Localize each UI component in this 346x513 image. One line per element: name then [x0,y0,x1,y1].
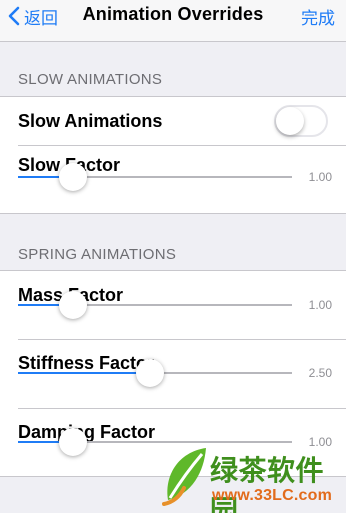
slow-animations-label: Slow Animations [18,111,163,131]
slow-animations-toggle[interactable] [274,105,328,137]
page-title: Animation Overrides [82,4,264,24]
slow-animations-group: Slow Animations Slow Factor 1.00 [0,96,346,214]
slider-thumb[interactable] [135,359,164,387]
slow-factor-row: Slow Factor 1.00 [0,145,346,213]
stiffness-factor-slider[interactable] [18,359,292,387]
watermark-url: www.33LC.com [212,487,333,504]
mass-factor-slider[interactable] [18,291,292,319]
toggle-knob [276,107,304,135]
navigation-bar: 返回 Animation Overrides 完成 [0,0,346,42]
done-button[interactable]: 完成 [301,4,335,29]
mass-factor-value: 1.00 [308,298,332,312]
stiffness-factor-value: 2.50 [308,366,332,380]
slider-thumb[interactable] [58,163,87,191]
mass-factor-row: Mass Factor 1.00 [0,271,346,339]
stiffness-factor-row: Stiffness Factor 2.50 [0,339,346,408]
stiffness-factor-label: Stiffness Factor [18,353,155,373]
slider-thumb[interactable] [58,291,87,319]
slider-fill [18,372,150,374]
slow-factor-value: 1.00 [308,170,332,184]
section-header-spring-animations: SPRING ANIMATIONS [18,246,177,263]
section-header-slow-animations: SLOW ANIMATIONS [18,71,163,88]
slider-thumb[interactable] [58,428,87,456]
watermark: 绿茶软件园 www.33LC.com [160,438,346,513]
slow-factor-slider[interactable] [18,163,292,191]
slow-animations-row: Slow Animations [0,97,346,145]
